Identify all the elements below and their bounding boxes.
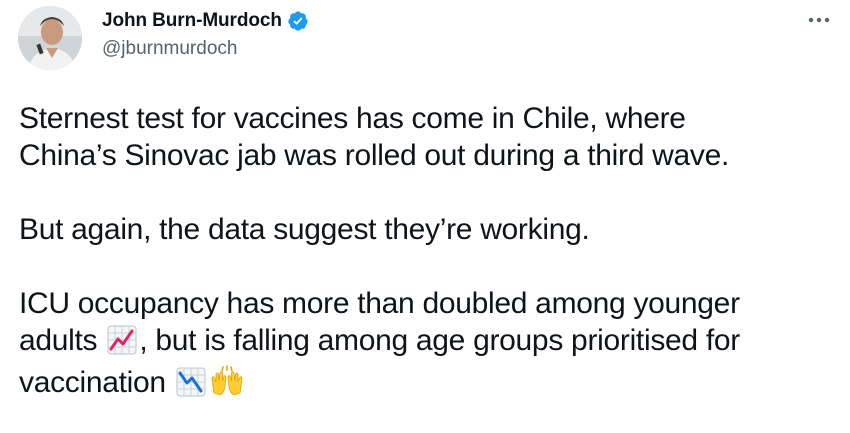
chart-decreasing-emoji: [176, 367, 206, 406]
tweet-text-segment: adults: [19, 324, 98, 357]
more-options-button[interactable]: [804, 8, 834, 32]
avatar[interactable]: [18, 6, 82, 70]
author-display-name[interactable]: John Burn-Murdoch: [102, 10, 282, 32]
tweet-line: Sternest test for vaccines has come in C…: [19, 102, 686, 135]
avatar-photo: [18, 6, 82, 70]
tweet-line: ICU occupancy has more than doubled amon…: [19, 287, 740, 320]
tweet-line: vaccination: [19, 364, 819, 406]
tweet-text-segment: vaccination: [19, 366, 166, 399]
chart-increasing-emoji: [107, 325, 137, 364]
name-row: John Burn-Murdoch: [102, 8, 309, 34]
tweet-line: China’s Sinovac jab was rolled out durin…: [19, 139, 730, 172]
verified-badge-icon: [287, 10, 309, 32]
author-info: John Burn-Murdoch @jburnmurdoch: [102, 8, 309, 60]
raising-hands-emoji: [210, 365, 244, 406]
tweet-card: John Burn-Murdoch @jburnmurdoch Sternest…: [0, 0, 850, 433]
tweet-text: Sternest test for vaccines has come in C…: [19, 100, 819, 406]
tweet-line: But again, the data suggest they’re work…: [19, 213, 590, 246]
tweet-text-segment: , but is falling among age groups priori…: [139, 324, 740, 357]
author-handle[interactable]: @jburnmurdoch: [102, 38, 309, 60]
tweet-line: adults , but is falling among age groups…: [19, 322, 819, 364]
more-options-icon: [808, 17, 830, 23]
